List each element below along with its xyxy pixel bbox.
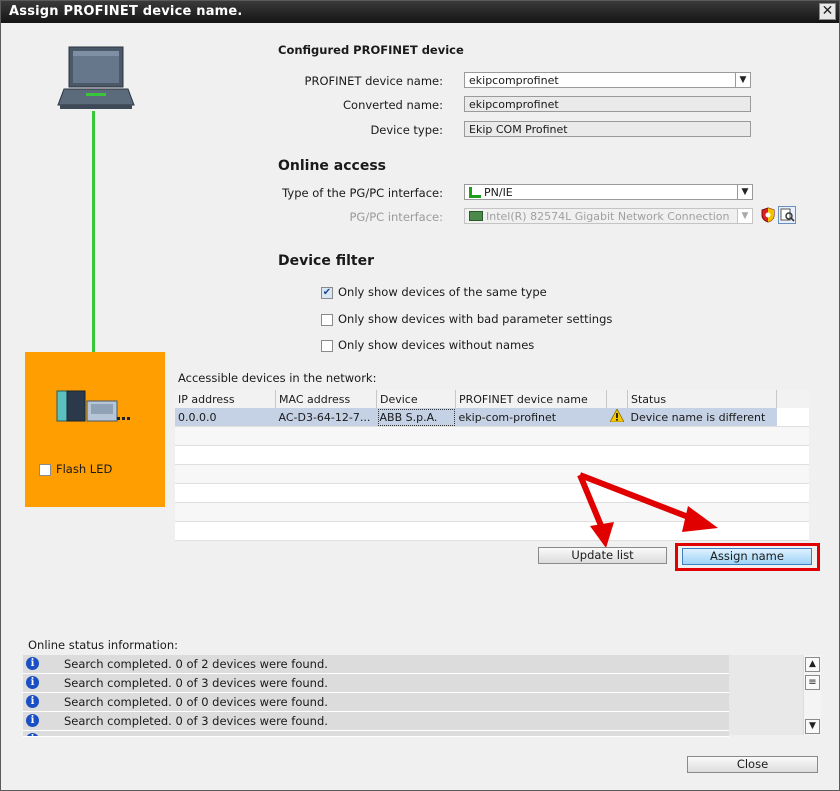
table-row-empty — [175, 445, 809, 465]
flash-led-label: Flash LED — [56, 462, 113, 476]
list-item-partial: i — [23, 731, 729, 737]
info-icon: i — [26, 676, 39, 689]
device-panel: Flash LED — [25, 352, 165, 507]
converted-name-label: Converted name: — [343, 98, 443, 112]
status-scrollbar[interactable]: ▲ ≡ ▼ — [803, 655, 821, 735]
interface-type-combobox[interactable]: PN/IE ▼ — [464, 184, 753, 200]
column-status[interactable]: Status — [627, 390, 777, 408]
column-filler — [776, 390, 809, 408]
properties-icon[interactable] — [778, 206, 796, 224]
pgpc-interface-value: Intel(R) 82574L Gigabit Network Connecti… — [486, 210, 730, 223]
network-card-icon — [469, 211, 483, 221]
cell-profinet-name: ekip-com-profinet — [455, 408, 607, 427]
online-status-list: i Search completed. 0 of 2 devices were f… — [23, 655, 729, 737]
interface-type-label: Type of the PG/PC interface: — [282, 186, 443, 200]
table-row[interactable]: 0.0.0.0 AC-D3-64-12-7... ABB S.p.A. ekip… — [175, 408, 809, 427]
warning-icon — [606, 408, 628, 427]
filter-bad-params-checkbox[interactable] — [321, 314, 333, 326]
filter-without-names-checkbox[interactable] — [321, 340, 333, 352]
list-item: i Search completed. 0 of 0 devices were f… — [23, 693, 729, 712]
column-ip-address[interactable]: IP address — [175, 390, 276, 408]
chevron-down-icon[interactable]: ▼ — [737, 185, 752, 199]
filter-same-type-label: Only show devices of the same type — [338, 285, 547, 299]
window-title: Assign PROFINET device name. — [9, 4, 243, 19]
chevron-down-icon: ▼ — [737, 209, 752, 223]
column-profinet-name[interactable]: PROFINET device name — [455, 390, 607, 408]
scroll-thumb[interactable]: ≡ — [805, 675, 820, 690]
filter-without-names-label: Only show devices without names — [338, 338, 535, 352]
cell-status: Device name is different — [627, 408, 777, 427]
cell-device: ABB S.p.A. — [376, 408, 456, 427]
converted-name-field: ekipcomprofinet — [464, 96, 751, 112]
list-item: i Search completed. 0 of 3 devices were f… — [23, 674, 729, 693]
device-name-value: ekipcomprofinet — [469, 74, 559, 87]
cell-filler — [776, 408, 809, 427]
scroll-down-icon[interactable]: ▼ — [805, 719, 820, 734]
dialog-body: Flash LED Configured PROFINET device PRO… — [6, 25, 834, 787]
scroll-up-icon[interactable]: ▲ — [805, 657, 820, 672]
column-device[interactable]: Device — [376, 390, 456, 408]
device-type-field: Ekip COM Profinet — [464, 121, 751, 137]
device-filter-heading: Device filter — [278, 253, 374, 269]
interface-type-value: PN/IE — [484, 186, 513, 199]
device-module-icon — [55, 389, 135, 423]
network-interface-icon — [469, 187, 481, 198]
update-list-button[interactable]: Update list — [538, 547, 667, 564]
flash-led-checkbox[interactable] — [39, 464, 51, 476]
info-icon: i — [26, 714, 39, 727]
diagnostics-icon[interactable] — [760, 207, 776, 223]
close-window-button[interactable]: ✕ — [819, 3, 836, 20]
online-access-heading: Online access — [278, 158, 387, 174]
chevron-down-icon[interactable]: ▼ — [735, 73, 750, 87]
table-row-empty — [175, 426, 809, 446]
configured-device-heading: Configured PROFINET device — [278, 43, 464, 57]
cell-ip: 0.0.0.0 — [175, 408, 276, 427]
info-icon: i — [26, 695, 39, 708]
pgpc-interface-combobox: Intel(R) 82574L Gigabit Network Connecti… — [464, 208, 753, 224]
info-icon: i — [26, 657, 39, 670]
online-status-heading: Online status information: — [28, 638, 178, 652]
pgpc-interface-label: PG/PC interface: — [349, 210, 443, 224]
list-item: i Search completed. 0 of 3 devices were f… — [23, 712, 729, 731]
status-list-blank-area — [729, 655, 803, 735]
filter-bad-params-label: Only show devices with bad parameter set… — [338, 312, 613, 326]
column-mac-address[interactable]: MAC address — [275, 390, 377, 408]
device-type-label: Device type: — [370, 123, 443, 137]
assign-name-dialog: Assign PROFINET device name. ✕ Flash LED… — [0, 0, 840, 791]
list-item: i Search completed. 0 of 2 devices were f… — [23, 655, 729, 674]
title-bar: Assign PROFINET device name. ✕ — [1, 1, 839, 23]
pc-icon — [56, 45, 136, 111]
cell-mac: AC-D3-64-12-7... — [275, 408, 377, 427]
column-status-icon[interactable] — [606, 390, 628, 408]
table-header-row: IP address MAC address Device PROFINET d… — [175, 390, 809, 408]
device-name-label: PROFINET device name: — [304, 74, 443, 88]
accessible-devices-heading: Accessible devices in the network: — [178, 371, 377, 385]
device-name-combobox[interactable]: ekipcomprofinet ▼ — [464, 72, 751, 88]
info-icon: i — [26, 733, 39, 736]
close-button[interactable]: Close — [687, 756, 818, 773]
assign-name-button[interactable]: Assign name — [682, 548, 812, 565]
filter-same-type-checkbox[interactable]: ✔ — [321, 287, 333, 299]
